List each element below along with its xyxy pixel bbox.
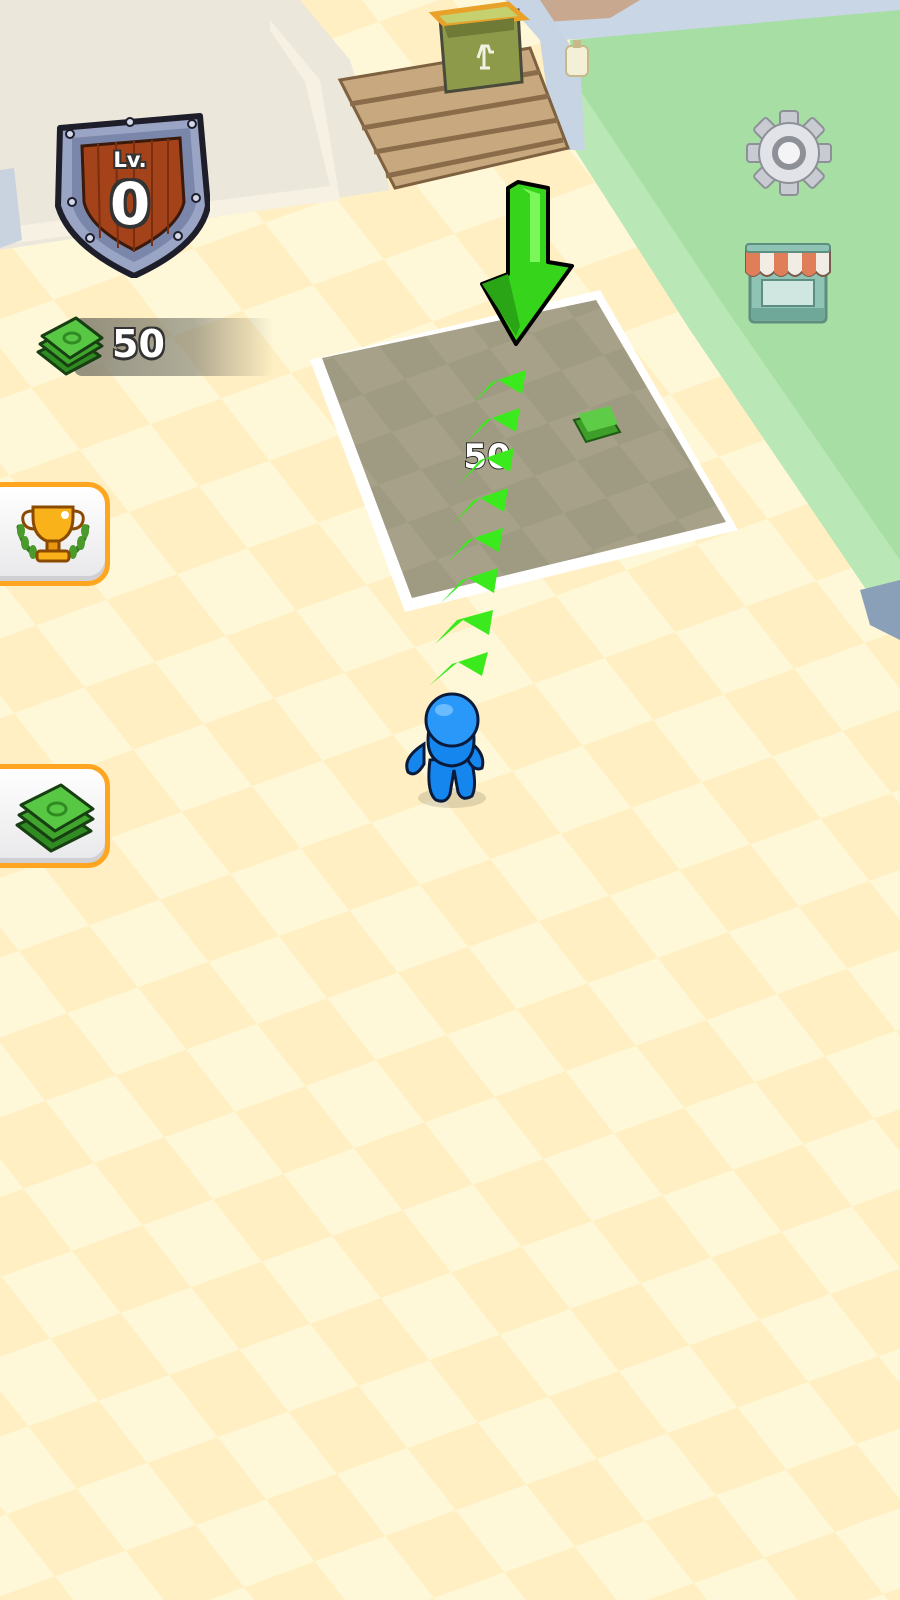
- earn-money-button[interactable]: [0, 764, 110, 868]
- level-prefix: Lv.: [113, 148, 147, 172]
- trophy-icon: [16, 505, 90, 563]
- cash-counter: 50: [34, 312, 274, 382]
- cash-stack-icon: [36, 316, 104, 376]
- trash-can-icon: [428, 1, 530, 94]
- settings-button[interactable]: [744, 108, 834, 198]
- cash-value: 50: [112, 322, 165, 366]
- bottle-decor: [565, 40, 589, 77]
- level-badge: Lv. 0: [50, 106, 211, 279]
- game-screen: 50 Lv. 0 50: [0, 0, 900, 1600]
- level-number: 0: [109, 170, 151, 238]
- gear-icon: [746, 110, 832, 196]
- shop-button[interactable]: [740, 236, 836, 332]
- cash-stack-icon: [15, 783, 95, 853]
- shop-stall-icon: [745, 243, 831, 324]
- leaderboard-button[interactable]: [0, 482, 110, 586]
